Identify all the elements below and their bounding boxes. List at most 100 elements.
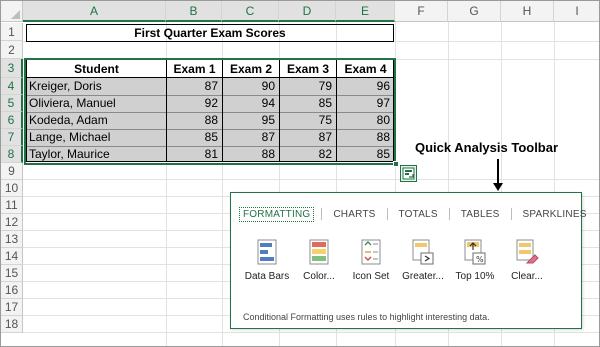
grid-line — [23, 179, 599, 180]
score-cell[interactable]: 94 — [222, 95, 279, 112]
score-cell[interactable]: 79 — [279, 78, 336, 95]
panel-description: Conditional Formatting uses rules to hig… — [243, 312, 490, 322]
row-header-10[interactable]: 10 — [1, 180, 23, 197]
header-cell-exam-1[interactable]: Exam 1 — [167, 60, 222, 78]
score-cell[interactable]: 97 — [336, 95, 394, 112]
score-cell[interactable]: 88 — [336, 129, 394, 146]
tab-tables[interactable]: TABLES — [457, 209, 504, 220]
tab-separator — [386, 208, 388, 220]
clear-format-icon — [516, 239, 539, 264]
annotation-label: Quick Analysis Toolbar — [415, 140, 559, 155]
column-header-f[interactable]: F — [395, 1, 448, 22]
quick-analysis-icon — [402, 167, 415, 180]
row-header-14[interactable]: 14 — [1, 248, 23, 265]
tool-label: Icon Set — [352, 271, 390, 282]
row-header-12[interactable]: 12 — [1, 214, 23, 231]
column-header-h[interactable]: H — [501, 1, 554, 22]
data-bars-icon — [257, 239, 277, 265]
score-cell[interactable]: 87 — [222, 129, 279, 146]
student-name-cell[interactable]: Kreiger, Doris — [26, 78, 166, 95]
row-header-4[interactable]: 4 — [1, 78, 23, 95]
column-header-b[interactable]: B — [166, 1, 222, 22]
grid-line — [23, 332, 599, 333]
row-header-16[interactable]: 16 — [1, 282, 23, 299]
spreadsheet-window: A B C D E F G H I 1 2 3 4 5 6 7 8 9 10 1… — [0, 0, 600, 347]
tool-label: Data Bars — [244, 271, 290, 282]
header-cell-student[interactable]: Student — [27, 60, 166, 78]
score-cell[interactable]: 81 — [166, 146, 222, 163]
student-name-cell[interactable]: Lange, Michael — [26, 129, 166, 146]
top-10-percent-button[interactable]: % Top 10% — [449, 239, 501, 282]
row-header-6[interactable]: 6 — [1, 112, 23, 129]
score-cell[interactable]: 87 — [279, 129, 336, 146]
student-name-cell[interactable]: Oliviera, Manuel — [26, 95, 166, 112]
row-header-18[interactable]: 18 — [1, 316, 23, 333]
column-header-g[interactable]: G — [448, 1, 501, 22]
tool-label: Greater... — [402, 271, 444, 282]
color-scale-icon — [309, 239, 329, 265]
tool-label: Clear... — [511, 271, 543, 282]
column-header-d[interactable]: D — [279, 1, 336, 22]
tab-separator — [321, 208, 323, 220]
row-header-17[interactable]: 17 — [1, 299, 23, 316]
tab-sparklines[interactable]: SPARKLINES — [519, 209, 591, 220]
quick-analysis-panel: FORMATTING CHARTS TOTALS TABLES SPARKLIN… — [230, 192, 586, 329]
tab-totals[interactable]: TOTALS — [395, 209, 442, 220]
column-header-c[interactable]: C — [222, 1, 279, 22]
greater-than-icon — [412, 239, 434, 265]
icon-set-icon — [361, 239, 381, 265]
quick-analysis-tabs: FORMATTING CHARTS TOTALS TABLES SPARKLIN… — [239, 206, 591, 222]
tool-label: Color... — [303, 271, 335, 282]
arrow-head-icon — [493, 183, 503, 191]
score-cell[interactable]: 85 — [166, 129, 222, 146]
tab-charts[interactable]: CHARTS — [329, 209, 379, 220]
row-header-2[interactable]: 2 — [1, 41, 23, 59]
annotation-arrow — [497, 159, 499, 185]
column-header-i[interactable]: I — [554, 1, 599, 22]
formatting-tools: Data Bars Color... Icon Set Greater... %… — [241, 239, 553, 282]
svg-text:%: % — [476, 255, 484, 264]
row-header-1[interactable]: 1 — [1, 23, 23, 41]
score-cell[interactable]: 85 — [279, 95, 336, 112]
icon-set-button[interactable]: Icon Set — [345, 239, 397, 282]
row-header-11[interactable]: 11 — [1, 197, 23, 214]
clear-format-button[interactable]: Clear... — [501, 239, 553, 282]
score-cell[interactable]: 75 — [279, 112, 336, 129]
score-cell[interactable]: 88 — [166, 112, 222, 129]
data-bars-button[interactable]: Data Bars — [241, 239, 293, 282]
select-all-corner[interactable] — [1, 1, 23, 22]
score-cell[interactable]: 82 — [279, 146, 336, 163]
student-name-cell[interactable]: Kodeda, Adam — [26, 112, 166, 129]
quick-analysis-button[interactable] — [400, 165, 417, 182]
row-header-8[interactable]: 8 — [1, 146, 23, 163]
header-cell-exam-3[interactable]: Exam 3 — [280, 60, 336, 78]
score-cell[interactable]: 96 — [336, 78, 394, 95]
row-header-3[interactable]: 3 — [1, 59, 23, 78]
color-scale-button[interactable]: Color... — [293, 239, 345, 282]
header-cell-exam-2[interactable]: Exam 2 — [223, 60, 279, 78]
tab-separator — [510, 208, 512, 220]
header-cell-exam-4[interactable]: Exam 4 — [337, 60, 394, 78]
score-cell[interactable]: 85 — [336, 146, 394, 163]
row-header-5[interactable]: 5 — [1, 95, 23, 112]
row-header-15[interactable]: 15 — [1, 265, 23, 282]
tab-formatting[interactable]: FORMATTING — [239, 206, 315, 222]
score-cell[interactable]: 95 — [222, 112, 279, 129]
row-header-9[interactable]: 9 — [1, 163, 23, 180]
fill-handle[interactable] — [393, 161, 399, 167]
score-cell[interactable]: 87 — [166, 78, 222, 95]
column-header-e[interactable]: E — [336, 1, 395, 22]
greater-than-button[interactable]: Greater... — [397, 239, 449, 282]
score-cell[interactable]: 92 — [166, 95, 222, 112]
sheet-title[interactable]: First Quarter Exam Scores — [26, 24, 394, 42]
score-cell[interactable]: 80 — [336, 112, 394, 129]
score-cell[interactable]: 90 — [222, 78, 279, 95]
top-10-icon: % — [464, 239, 486, 265]
column-header-a[interactable]: A — [23, 1, 166, 22]
tool-label: Top 10% — [455, 271, 495, 282]
row-header-13[interactable]: 13 — [1, 231, 23, 248]
row-header-7[interactable]: 7 — [1, 129, 23, 146]
score-cell[interactable]: 88 — [222, 146, 279, 163]
tab-separator — [448, 208, 450, 220]
student-name-cell[interactable]: Taylor, Maurice — [26, 146, 166, 163]
